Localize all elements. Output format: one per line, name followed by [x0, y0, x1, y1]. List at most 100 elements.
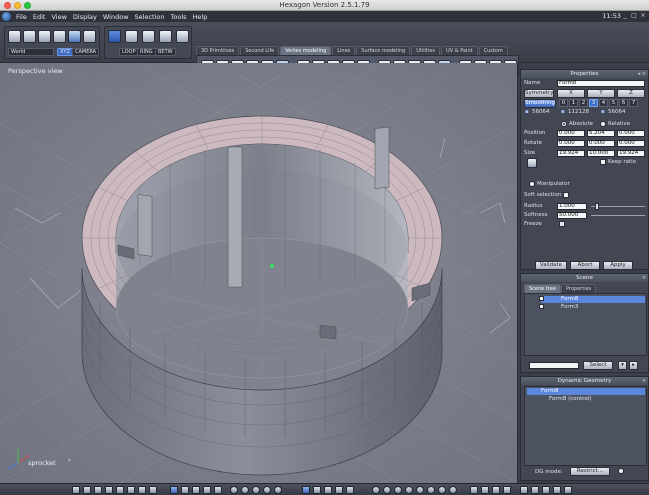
dg-mode-select[interactable]: Restrict...: [570, 467, 610, 476]
position-x-field[interactable]: 0.000: [557, 130, 585, 137]
rotate-z-field[interactable]: 0.000: [617, 140, 645, 147]
xyz-button[interactable]: XYZ: [57, 48, 73, 56]
layout-vertical-icon[interactable]: [116, 486, 124, 494]
smoothing-button[interactable]: Smoothing: [524, 99, 556, 108]
auto-mode-icon[interactable]: [176, 30, 189, 43]
absolute-radio[interactable]: [561, 121, 567, 127]
light-view-icon[interactable]: [481, 486, 489, 494]
symmetry-z-button[interactable]: Z: [617, 89, 645, 98]
snap-point-icon[interactable]: [192, 486, 200, 494]
render-shadow-icon[interactable]: [416, 486, 424, 494]
video-icon[interactable]: [542, 486, 550, 494]
scale-tool-icon[interactable]: [324, 486, 332, 494]
camera-view-icon[interactable]: [470, 486, 478, 494]
apply-button[interactable]: Apply: [603, 261, 633, 270]
tab-utilities[interactable]: Utilities: [411, 46, 441, 55]
tab-3d-primitives[interactable]: 3D Primitives: [196, 46, 240, 55]
menu-selection[interactable]: Selection: [132, 13, 168, 21]
radius-slider-track[interactable]: [591, 206, 645, 207]
dropdown-icon[interactable]: ▾: [618, 361, 627, 370]
smoothing-level-1[interactable]: 1: [569, 99, 578, 107]
perspective-viewport[interactable]: Perspective view sprocket *: [0, 63, 518, 483]
soft-selection-checkbox[interactable]: [563, 192, 569, 198]
layout-horizontal-icon[interactable]: [127, 486, 135, 494]
rotate-x-field[interactable]: 0.000: [557, 140, 585, 147]
camera-bookmark-icon[interactable]: [531, 486, 539, 494]
size-y-field[interactable]: 10.000: [587, 150, 615, 157]
close-icon[interactable]: ×: [640, 12, 646, 19]
menu-display[interactable]: Display: [70, 13, 100, 21]
layout-triple-icon[interactable]: [105, 486, 113, 494]
dg-item-form8-control[interactable]: Form8 (control): [535, 396, 645, 403]
tab-surface-modeling[interactable]: Surface modeling: [356, 46, 411, 55]
camera-button[interactable]: CAMERA: [72, 48, 100, 56]
menu-file[interactable]: File: [13, 13, 30, 21]
coord-system-select[interactable]: World: [8, 48, 54, 56]
name-field[interactable]: Form8: [557, 80, 645, 87]
manipulator-radio[interactable]: [529, 181, 535, 187]
zoom-icon[interactable]: [230, 486, 238, 494]
ring-select-button[interactable]: RING: [137, 48, 156, 56]
smoothing-level-6[interactable]: 6: [619, 99, 628, 107]
dg-close-icon[interactable]: ×: [642, 377, 646, 385]
export-icon[interactable]: [553, 486, 561, 494]
render-flat-icon[interactable]: [383, 486, 391, 494]
visibility-toggle[interactable]: [539, 304, 544, 309]
tab-second-life[interactable]: Second Life: [240, 46, 280, 55]
radius-field[interactable]: 1.000: [557, 203, 587, 210]
symmetry-button[interactable]: Symmetry: [524, 89, 554, 98]
position-y-field[interactable]: 5.204: [587, 130, 615, 137]
scene-search-field[interactable]: [529, 362, 579, 369]
layout-single-icon[interactable]: [72, 486, 80, 494]
size-z-field[interactable]: 19.924: [617, 150, 645, 157]
tab-lines[interactable]: Lines: [332, 46, 356, 55]
universal-tool-icon[interactable]: [335, 486, 343, 494]
dg-item-form8[interactable]: Form8: [527, 388, 645, 395]
render-smooth-icon[interactable]: [394, 486, 402, 494]
scene-item-form3[interactable]: Form3: [541, 304, 645, 311]
smoothing-level-3[interactable]: 3: [589, 99, 598, 107]
menu-edit[interactable]: Edit: [30, 13, 49, 21]
render-ao-icon[interactable]: [427, 486, 435, 494]
pan-icon[interactable]: [241, 486, 249, 494]
keep-ratio-checkbox[interactable]: [600, 159, 606, 165]
layout-four-icon[interactable]: [138, 486, 146, 494]
menu-tools[interactable]: Tools: [168, 13, 190, 21]
menu-window[interactable]: Window: [100, 13, 132, 21]
panel-close-icon[interactable]: ◂ ×: [638, 70, 646, 78]
select-arrow-icon[interactable]: [8, 30, 21, 43]
lasso-icon[interactable]: [23, 30, 36, 43]
paint-select-icon[interactable]: [38, 30, 51, 43]
symmetry-y-button[interactable]: Y: [587, 89, 615, 98]
point-mode-icon[interactable]: [159, 30, 172, 43]
smoothing-level-0[interactable]: 0: [559, 99, 568, 107]
softness-slider-track[interactable]: [591, 215, 645, 216]
align-tool-icon[interactable]: [346, 486, 354, 494]
tab-scene-properties[interactable]: Properties: [561, 284, 597, 293]
snap-face-icon[interactable]: [214, 486, 222, 494]
grid-toggle-icon[interactable]: [170, 486, 178, 494]
abort-button[interactable]: Abort: [570, 261, 600, 270]
restore-icon[interactable]: □: [631, 12, 637, 19]
dg-option-radio[interactable]: [618, 468, 624, 474]
size-x-field[interactable]: 19.924: [557, 150, 585, 157]
between-select-button[interactable]: BETW: [155, 48, 176, 56]
edge-mode-icon[interactable]: [142, 30, 155, 43]
settings-icon[interactable]: [564, 486, 572, 494]
menu-view[interactable]: View: [48, 13, 69, 21]
select-button[interactable]: Select: [583, 361, 613, 370]
position-z-field[interactable]: 0.000: [617, 130, 645, 137]
snap-grid-icon[interactable]: [181, 486, 189, 494]
expand-icon[interactable]: ▸: [629, 361, 638, 370]
tab-scene-tree[interactable]: Scene tree: [524, 284, 561, 293]
loop-select-button[interactable]: LOOP: [119, 48, 139, 56]
tab-uv-paint[interactable]: UV & Paint: [441, 46, 478, 55]
visibility-toggle[interactable]: [539, 296, 544, 301]
render-textured-icon[interactable]: [405, 486, 413, 494]
scene-item-form8[interactable]: Form8: [541, 296, 645, 303]
smoothing-level-2[interactable]: 2: [579, 99, 588, 107]
menu-help[interactable]: Help: [190, 13, 211, 21]
softness-field[interactable]: 50.000: [557, 212, 587, 219]
frame-icon[interactable]: [263, 486, 271, 494]
layout-custom-icon[interactable]: [149, 486, 157, 494]
